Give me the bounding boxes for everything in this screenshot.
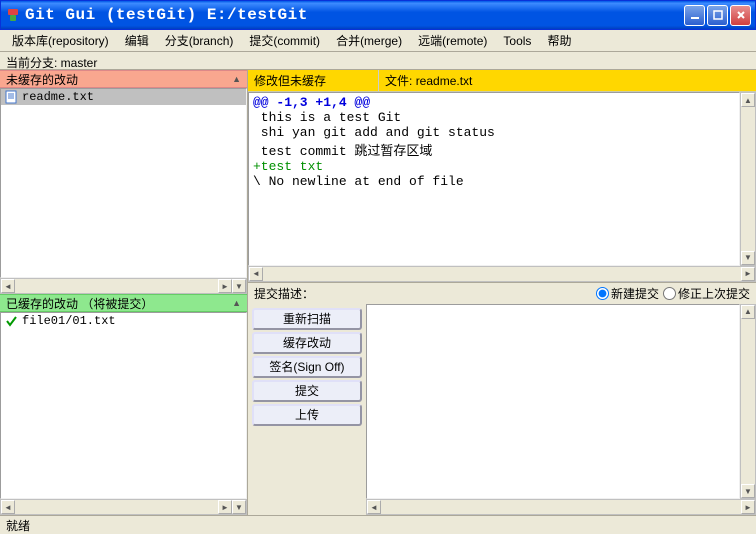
window-controls [684,5,751,26]
close-button[interactable] [730,5,751,26]
radio-new-commit[interactable]: 新建提交 [596,285,659,302]
main-area: 未缓存的改动 ▲ readme.txt ◄ ► ▼ [0,70,756,515]
staged-header: 已缓存的改动 （将被提交） ▲ [0,294,247,312]
menu-repository[interactable]: 版本库(repository) [4,30,117,51]
unstaged-header: 未缓存的改动 ▲ [0,70,247,88]
diff-hunk-header: @@ -1,3 +1,4 @@ [253,95,370,110]
diff-hscrollbar[interactable]: ◄ ► [248,266,756,282]
commit-desc-row: 提交描述： 新建提交 修正上次提交 [248,282,756,304]
diff-section: 修改但未缓存 文件: readme.txt @@ -1,3 +1,4 @@ th… [248,70,756,282]
diff-footer: \ No newline at end of file [253,174,464,189]
menu-help[interactable]: 帮助 [539,30,579,51]
chevron-down-icon[interactable]: ▼ [232,500,246,514]
menu-merge[interactable]: 合并(merge) [328,30,410,51]
staged-hscrollbar[interactable]: ◄ ► ▼ [0,499,247,515]
chevron-down-icon[interactable]: ▼ [232,279,246,293]
staged-file-list[interactable]: file01/01.txt [0,312,247,499]
radio-new-label: 新建提交 [611,285,659,302]
diff-header-status: 修改但未缓存 [248,70,378,91]
diff-added-line: +test txt [253,159,323,174]
scroll-down-icon[interactable]: ▼ [741,484,755,498]
action-buttons-column: 重新扫描 缓存改动 签名(Sign Off) 提交 上传 [248,304,366,516]
scroll-right-icon[interactable]: ► [741,267,755,281]
unstaged-file-list[interactable]: readme.txt [0,88,247,278]
radio-new-commit-input[interactable] [596,287,609,300]
diff-header: 修改但未缓存 文件: readme.txt [248,70,756,92]
scroll-right-icon[interactable]: ► [218,279,232,293]
scroll-right-icon[interactable]: ► [741,500,755,514]
menu-branch[interactable]: 分支(branch) [157,30,242,51]
status-bar: 就绪 [0,515,756,533]
staged-header-label: 已缓存的改动 （将被提交） [6,295,153,312]
minimize-button[interactable] [684,5,705,26]
scroll-right-icon[interactable]: ► [218,500,232,514]
menu-edit[interactable]: 编辑 [117,30,157,51]
checkmark-icon [5,314,19,328]
right-column: 修改但未缓存 文件: readme.txt @@ -1,3 +1,4 @@ th… [248,70,756,515]
diff-line: this is a test Git [253,110,401,125]
current-branch-label: 当前分支: master [0,52,756,70]
scroll-up-icon[interactable]: ▲ [741,305,755,319]
file-name: file01/01.txt [22,314,116,328]
scroll-up-icon[interactable]: ▲ [741,93,755,107]
commit-message-input[interactable] [366,304,740,500]
menu-tools[interactable]: Tools [495,32,539,50]
scroll-left-icon[interactable]: ◄ [367,500,381,514]
diff-vscrollbar[interactable]: ▲ ▼ [740,92,756,266]
diff-viewer[interactable]: @@ -1,3 +1,4 @@ this is a test Git shi y… [248,92,740,266]
file-name: readme.txt [22,90,94,104]
scroll-left-icon[interactable]: ◄ [249,267,263,281]
unstaged-section: 未缓存的改动 ▲ readme.txt ◄ ► ▼ [0,70,247,294]
app-icon [5,7,21,23]
unstaged-hscrollbar[interactable]: ◄ ► ▼ [0,278,247,294]
commit-msg-vscrollbar[interactable]: ▲ ▼ [740,304,756,500]
menu-bar: 版本库(repository) 编辑 分支(branch) 提交(commit)… [0,30,756,52]
diff-file-prefix: 文件: [385,74,412,88]
file-icon [5,90,19,104]
staged-section: 已缓存的改动 （将被提交） ▲ file01/01.txt ◄ ► ▼ [0,294,247,515]
unstaged-header-label: 未缓存的改动 [6,71,78,88]
scroll-left-icon[interactable]: ◄ [1,500,15,514]
diff-line: shi yan git add and git status [253,125,495,140]
commit-button[interactable]: 提交 [252,380,362,402]
title-bar: Git Gui (testGit) E:/testGit [0,0,756,30]
stage-button[interactable]: 缓存改动 [252,332,362,354]
radio-amend-commit-input[interactable] [663,287,676,300]
signoff-button[interactable]: 签名(Sign Off) [252,356,362,378]
commit-type-radios: 新建提交 修正上次提交 [596,285,756,302]
unstaged-file-row[interactable]: readme.txt [1,89,246,105]
staged-file-row[interactable]: file01/01.txt [1,313,246,329]
radio-amend-label: 修正上次提交 [678,285,750,302]
menu-remote[interactable]: 远端(remote) [410,30,495,51]
diff-file-name: readme.txt [416,74,473,88]
diff-line: test commit 跳过暂存区域 [253,144,432,159]
push-button[interactable]: 上传 [252,404,362,426]
commit-desc-label: 提交描述： [248,285,320,302]
left-column: 未缓存的改动 ▲ readme.txt ◄ ► ▼ [0,70,248,515]
menu-commit[interactable]: 提交(commit) [241,30,328,51]
commit-msg-hscrollbar[interactable]: ◄ ► [366,499,756,515]
radio-amend-commit[interactable]: 修正上次提交 [663,285,750,302]
status-text: 就绪 [6,519,30,533]
chevron-up-icon[interactable]: ▲ [232,298,241,308]
commit-bottom-area: 重新扫描 缓存改动 签名(Sign Off) 提交 上传 ▲ ▼ ◄ [248,304,756,516]
rescan-button[interactable]: 重新扫描 [252,308,362,330]
diff-header-file: 文件: readme.txt [378,70,756,91]
scroll-down-icon[interactable]: ▼ [741,251,755,265]
window-title: Git Gui (testGit) E:/testGit [25,6,684,24]
scroll-left-icon[interactable]: ◄ [1,279,15,293]
chevron-up-icon[interactable]: ▲ [232,74,241,84]
maximize-button[interactable] [707,5,728,26]
